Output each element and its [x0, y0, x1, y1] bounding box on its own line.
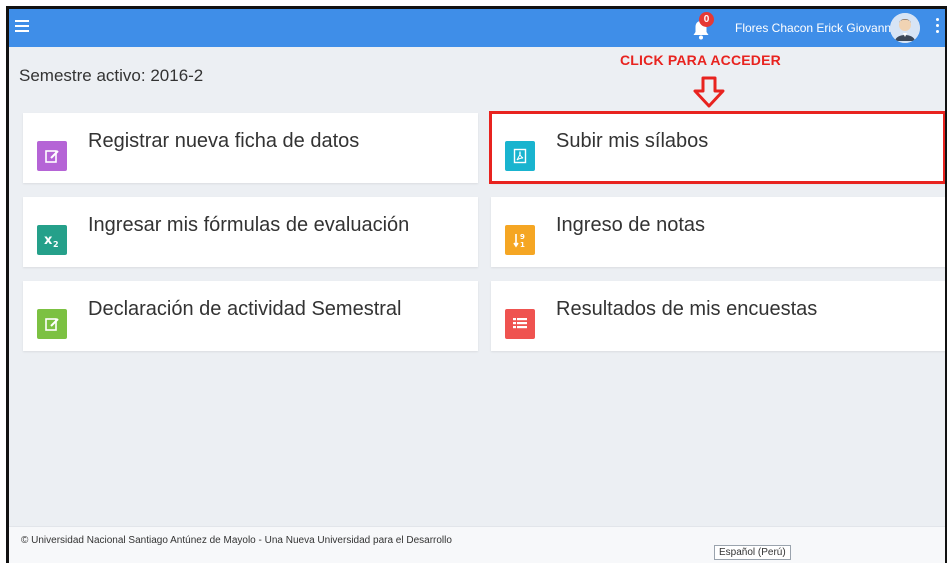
- card-formulas-evaluacion[interactable]: x2 Ingresar mis fórmulas de evaluación: [23, 197, 478, 267]
- footer-copyright: © Universidad Nacional Santiago Antúnez …: [21, 535, 452, 546]
- arrow-down-icon: [693, 76, 725, 108]
- notification-badge: 0: [699, 12, 714, 27]
- card-label: Ingreso de notas: [556, 214, 705, 236]
- pdf-icon: [505, 141, 535, 171]
- annotation-text: CLICK PARA ACCEDER: [620, 52, 781, 68]
- list-icon: [505, 309, 535, 339]
- footer: © Universidad Nacional Santiago Antúnez …: [9, 526, 945, 563]
- card-label: Ingresar mis fórmulas de evaluación: [88, 214, 410, 236]
- card-ingreso-notas[interactable]: 91 Ingreso de notas: [491, 197, 945, 267]
- menu-icon[interactable]: [15, 20, 29, 36]
- card-label: Subir mis sílabos: [556, 130, 709, 152]
- card-resultados-encuestas[interactable]: Resultados de mis encuestas: [491, 281, 945, 351]
- card-label: Registrar nueva ficha de datos: [88, 130, 360, 152]
- card-registrar-ficha[interactable]: Registrar nueva ficha de datos: [23, 113, 478, 183]
- language-selector[interactable]: Español (Perú): [714, 545, 791, 560]
- svg-text:x: x: [44, 233, 53, 248]
- svg-text:1: 1: [520, 241, 525, 248]
- active-semester: Semestre activo: 2016-2: [19, 66, 204, 85]
- user-name[interactable]: Flores Chacon Erick Giovanny: [735, 21, 897, 35]
- card-subir-silabos[interactable]: Subir mis sílabos: [491, 113, 945, 183]
- edit-icon: [37, 309, 67, 339]
- card-label: Declaración de actividad Semestral: [88, 298, 402, 320]
- svg-text:2: 2: [53, 240, 59, 248]
- more-vert-icon[interactable]: [936, 18, 940, 38]
- avatar[interactable]: [890, 13, 920, 43]
- top-bar: 0 Flores Chacon Erick Giovanny: [9, 9, 945, 47]
- card-label: Resultados de mis encuestas: [556, 298, 818, 320]
- svg-text:9: 9: [520, 233, 525, 241]
- app-window: 0 Flores Chacon Erick Giovanny Semestre …: [6, 6, 947, 563]
- card-declaracion-actividad[interactable]: Declaración de actividad Semestral: [23, 281, 478, 351]
- sort-numeric-icon: 91: [505, 225, 535, 255]
- subscript-icon: x2: [37, 225, 67, 255]
- edit-icon: [37, 141, 67, 171]
